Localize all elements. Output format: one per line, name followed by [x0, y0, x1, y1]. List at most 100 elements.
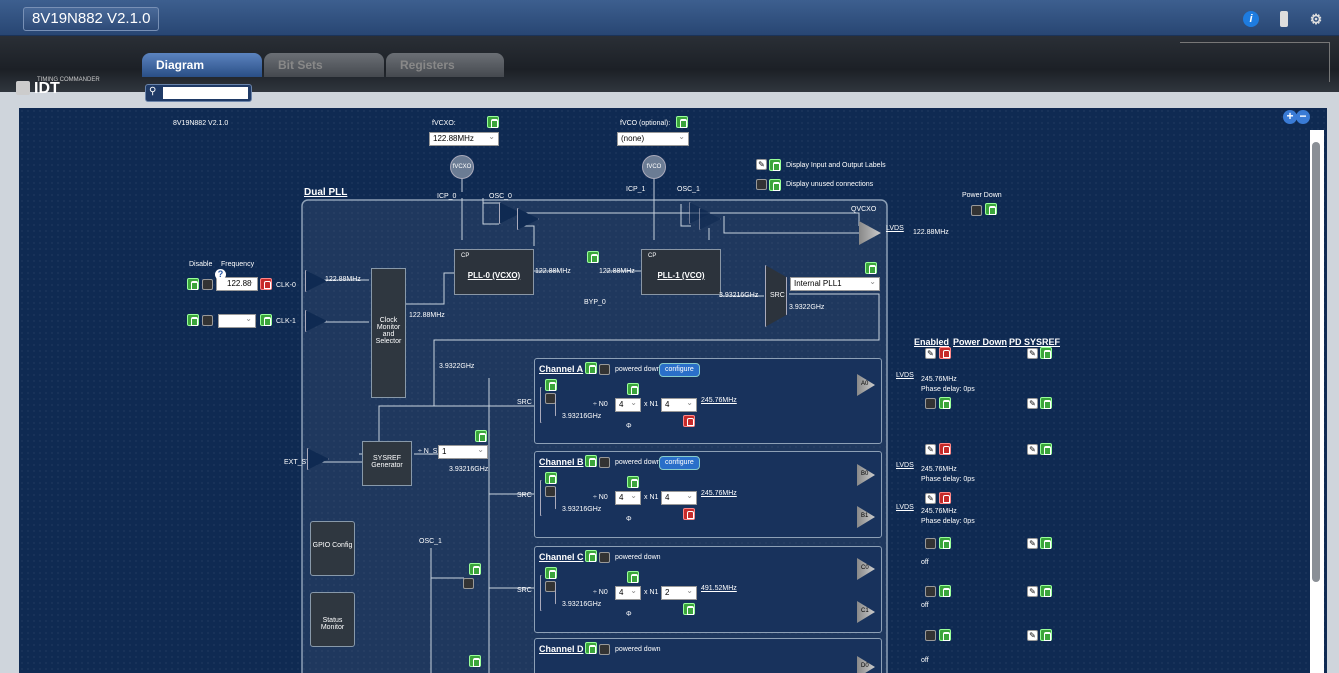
configure-button[interactable]: configure [659, 456, 700, 470]
n1-select[interactable]: 2 [661, 585, 697, 600]
configure-button[interactable]: configure [659, 363, 700, 377]
src-lock[interactable] [545, 472, 557, 484]
power-down-check[interactable] [971, 205, 982, 216]
n1-select[interactable]: 4 [661, 397, 697, 412]
search-input[interactable] [163, 87, 248, 99]
n1-lock[interactable] [683, 415, 695, 427]
channel-enable[interactable] [585, 642, 597, 654]
channel-powerdown-check[interactable] [599, 552, 610, 563]
pd-sysref-edit[interactable]: ✎ [1027, 348, 1038, 359]
pd-sysref-edit[interactable]: ✎ [1027, 586, 1038, 597]
enable-lock[interactable] [939, 492, 951, 504]
src-lock[interactable] [865, 262, 877, 274]
ns-select[interactable]: 1 [438, 444, 488, 459]
n0-select[interactable]: 4 [615, 585, 641, 600]
phi-label: Φ [626, 611, 632, 618]
chip-icon[interactable] [1280, 11, 1288, 27]
enable-control[interactable] [925, 630, 936, 641]
n0-select[interactable]: 4 [615, 397, 641, 412]
n1-lock[interactable] [683, 508, 695, 520]
src-select[interactable]: Internal PLL1 [790, 276, 880, 291]
channel-name[interactable]: Channel D [539, 644, 584, 654]
tab-registers[interactable]: Registers [386, 53, 504, 77]
enable-lock[interactable] [939, 537, 951, 549]
clk1-freq-input[interactable] [218, 313, 256, 328]
sysref-generator[interactable]: SYSREF Generator [362, 441, 412, 486]
tab-diagram[interactable]: Diagram [142, 53, 262, 77]
display-unused-check[interactable] [756, 179, 767, 190]
channel-src: SRC [517, 492, 532, 499]
osc1-check[interactable] [463, 578, 474, 589]
output-type: LVDS [896, 504, 914, 511]
zoom-in-icon[interactable]: + [1283, 110, 1297, 124]
bottom-lock[interactable] [469, 655, 481, 667]
channel-name[interactable]: Channel B [539, 457, 584, 467]
enable-control[interactable]: ✎ [925, 493, 936, 504]
enable-control[interactable] [925, 398, 936, 409]
channel-powerdown-check[interactable] [599, 364, 610, 375]
src-lock[interactable] [545, 379, 557, 391]
clk0-lock-red[interactable] [260, 278, 272, 290]
enable-lock[interactable] [939, 629, 951, 641]
clock-monitor-block[interactable]: Clock Monitor and Selector [371, 268, 406, 398]
n0-select[interactable]: 4 [615, 490, 641, 505]
channel-name[interactable]: Channel A [539, 364, 583, 374]
status-monitor-block[interactable]: Status Monitor [310, 592, 355, 647]
gpio-config-block[interactable]: GPIO Config [310, 521, 355, 576]
zoom-out-icon[interactable]: − [1296, 110, 1310, 124]
channel-enable[interactable] [585, 455, 597, 467]
display-labels-toggle[interactable] [769, 159, 781, 171]
channel-enable[interactable] [585, 550, 597, 562]
channel-enable[interactable] [585, 362, 597, 374]
enable-control[interactable]: ✎ [925, 444, 936, 455]
enable-control[interactable] [925, 586, 936, 597]
gear-icon[interactable]: ⚙ [1308, 11, 1324, 27]
n0-lock[interactable] [627, 571, 639, 583]
enable-control[interactable] [925, 538, 936, 549]
clk1-lock2[interactable] [260, 314, 272, 326]
pd-sysref-edit[interactable]: ✎ [1027, 444, 1038, 455]
n1-select[interactable]: 4 [661, 490, 697, 505]
fvcxo-lock[interactable] [487, 116, 499, 128]
pd-sysref-lock[interactable] [1040, 443, 1052, 455]
pd-sysref-lock[interactable] [1040, 347, 1052, 359]
n0-lock[interactable] [627, 476, 639, 488]
enable-lock[interactable] [939, 585, 951, 597]
enable-lock[interactable] [939, 397, 951, 409]
n1-lock[interactable] [683, 603, 695, 615]
pll1-block[interactable]: CP PLL-1 (VCO) [641, 249, 721, 295]
pd-sysref-lock[interactable] [1040, 585, 1052, 597]
enable-lock[interactable] [939, 443, 951, 455]
byp0-lock[interactable] [587, 251, 599, 263]
clk1-lock[interactable] [187, 314, 199, 326]
tab-bit-sets[interactable]: Bit Sets [264, 53, 384, 77]
pd-sysref-edit[interactable]: ✎ [1027, 398, 1038, 409]
channel-powerdown-check[interactable] [599, 457, 610, 468]
clk0-disable[interactable] [202, 279, 213, 290]
pd-sysref-lock[interactable] [1040, 629, 1052, 641]
clk0-lock[interactable] [187, 278, 199, 290]
pd-sysref-edit[interactable]: ✎ [1027, 538, 1038, 549]
enable-lock[interactable] [939, 347, 951, 359]
display-unused-toggle[interactable] [769, 179, 781, 191]
src-lock[interactable] [545, 567, 557, 579]
n0-lock[interactable] [627, 383, 639, 395]
pd-sysref-lock[interactable] [1040, 537, 1052, 549]
pd-sysref-lock[interactable] [1040, 397, 1052, 409]
clk1-disable[interactable] [202, 315, 213, 326]
ns-lock[interactable] [475, 430, 487, 442]
power-down-lock[interactable] [985, 203, 997, 215]
fvco-lock[interactable] [676, 116, 688, 128]
scrollbar-thumb[interactable] [1312, 142, 1320, 582]
pll0-block[interactable]: CP PLL-0 (VCXO) [454, 249, 534, 295]
channel-name[interactable]: Channel C [539, 552, 584, 562]
display-labels-edit[interactable]: ✎ [756, 159, 767, 170]
fvcxo-select[interactable]: 122.88MHz [429, 131, 499, 146]
channel-powerdown-check[interactable] [599, 644, 610, 655]
pd-sysref-edit[interactable]: ✎ [1027, 630, 1038, 641]
enable-control[interactable]: ✎ [925, 348, 936, 359]
fvco-select[interactable]: (none) [617, 131, 689, 146]
osc1-lock[interactable] [469, 563, 481, 575]
info-icon[interactable]: i [1243, 11, 1259, 27]
help-icon[interactable]: ? [215, 269, 226, 280]
